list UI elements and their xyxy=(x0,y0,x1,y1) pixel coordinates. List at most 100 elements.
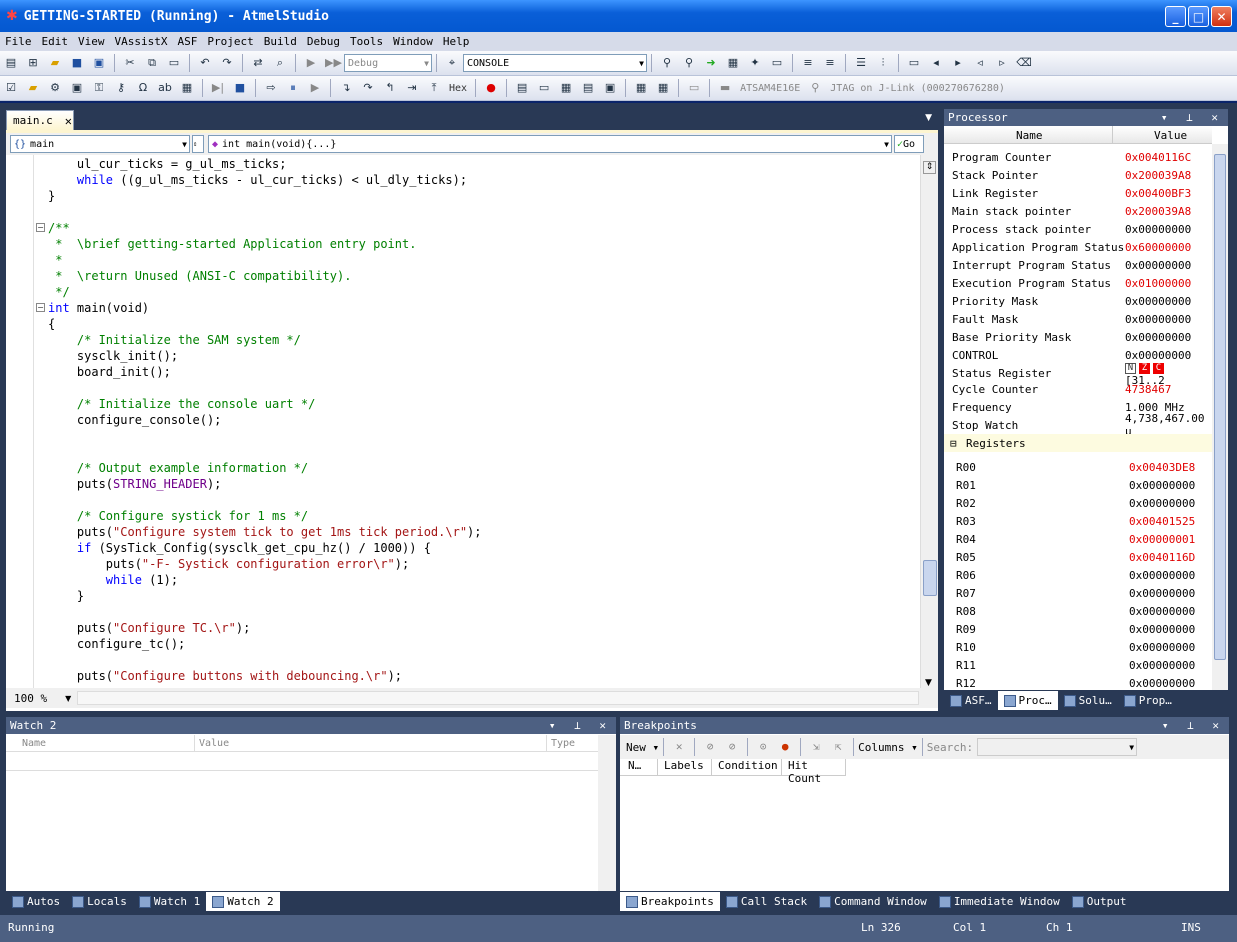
code-line[interactable]: configure_tc(); xyxy=(48,636,185,652)
processor-row[interactable]: Stop Watch 4,738,467.00 µ xyxy=(944,412,1212,438)
watch-panel-buttons[interactable]: ▾ ⊥ ✕ xyxy=(549,719,612,732)
find-all-icon[interactable]: ⚲ xyxy=(681,55,697,71)
save-icon[interactable]: ■ xyxy=(69,55,85,71)
hex-toggle[interactable]: Hex xyxy=(449,83,467,94)
find-combo[interactable]: CONSOLE ▼ xyxy=(463,54,647,72)
processor-row[interactable]: Main stack pointer 0x200039A8 xyxy=(944,202,1212,220)
watch-tab-watch-2[interactable]: Watch 2 xyxy=(206,892,280,911)
device-icon[interactable]: ▬ xyxy=(717,80,733,96)
flag-c[interactable]: C xyxy=(1153,362,1164,374)
code-line[interactable]: puts("-F- Systick configuration error\r"… xyxy=(48,556,409,572)
step-out-icon[interactable]: ↰ xyxy=(382,80,398,96)
watch-tab-locals[interactable]: Locals xyxy=(66,892,133,911)
bookmark-icon[interactable]: ▭ xyxy=(906,55,922,71)
processor-row[interactable]: R02 0x00000000 xyxy=(944,494,1212,512)
bottom-tab-command-window[interactable]: Command Window xyxy=(813,892,933,911)
device-programming-icon[interactable]: ▦ xyxy=(725,55,741,71)
disassembly-icon[interactable]: ▭ xyxy=(536,80,552,96)
split-icon[interactable]: ⇕ xyxy=(923,161,936,174)
menu-asf[interactable]: ASF xyxy=(172,35,202,48)
open-file-icon[interactable]: ▰ xyxy=(47,55,63,71)
processor-row[interactable]: Interrupt Program Status 0x00000000 xyxy=(944,256,1212,274)
bottom-tab-immediate-window[interactable]: Immediate Window xyxy=(933,892,1066,911)
bottom-tab-output[interactable]: Output xyxy=(1066,892,1133,911)
processor-row[interactable]: R10 0x00000000 xyxy=(944,638,1212,656)
show-next-statement-icon[interactable]: ⇨ xyxy=(263,80,279,96)
code-line[interactable]: /* Initialize the SAM system */ xyxy=(48,332,301,348)
code-line[interactable]: puts("Configure buttons with debouncing.… xyxy=(48,668,402,684)
right-tab-proc[interactable]: Proc… xyxy=(997,691,1058,710)
menu-file[interactable]: File xyxy=(0,35,37,48)
comment-icon[interactable]: ☰ xyxy=(853,55,869,71)
right-tab-solu[interactable]: Solu… xyxy=(1058,691,1118,710)
delete-all-icon[interactable]: ⊘ xyxy=(702,739,718,755)
scope-combo[interactable]: {} main ▼ xyxy=(10,135,190,153)
checklist-icon[interactable]: ☑ xyxy=(3,80,19,96)
add-item-icon[interactable]: ⊞ xyxy=(25,55,41,71)
registers-group-header[interactable]: ⊟ Registers xyxy=(944,434,1212,452)
next-bookmark-icon[interactable]: ▸ xyxy=(950,55,966,71)
grid-icon[interactable]: ▦ xyxy=(179,80,195,96)
processor-row[interactable]: Process stack pointer 0x00000000 xyxy=(944,220,1212,238)
search-input[interactable]: ▼ xyxy=(977,738,1138,756)
code-line[interactable]: * xyxy=(48,252,62,268)
watch-empty-row[interactable] xyxy=(6,752,598,771)
chip-icon[interactable]: ▣ xyxy=(69,80,85,96)
code-line[interactable]: int main(void) xyxy=(48,300,149,316)
outdent-icon[interactable]: ≡ xyxy=(822,55,838,71)
code-line[interactable]: } xyxy=(48,588,84,604)
watch-tab-watch-1[interactable]: Watch 1 xyxy=(133,892,206,911)
export-breakpoints-icon[interactable]: ⇲ xyxy=(808,739,824,755)
processor-icon[interactable]: ▣ xyxy=(602,80,618,96)
processor-row[interactable]: Link Register 0x00400BF3 xyxy=(944,184,1212,202)
code-line[interactable]: */ xyxy=(48,284,69,300)
tool-icon[interactable]: ⚲ xyxy=(807,80,823,96)
io-view-icon[interactable]: ▦ xyxy=(633,80,649,96)
right-tab-asf[interactable]: ASF… xyxy=(944,691,998,710)
clear-bookmarks-icon[interactable]: ⌫ xyxy=(1016,55,1032,71)
bottom-tab-call-stack[interactable]: Call Stack xyxy=(720,892,813,911)
memory-icon[interactable]: ▦ xyxy=(558,80,574,96)
processor-scrollbar[interactable] xyxy=(1212,144,1228,690)
code-line[interactable]: * \brief getting-started Application ent… xyxy=(48,236,416,252)
bottom-tab-breakpoints[interactable]: Breakpoints xyxy=(620,892,720,911)
registers-icon[interactable]: ▤ xyxy=(580,80,596,96)
menu-view[interactable]: View xyxy=(73,35,110,48)
code-line[interactable]: while (1); xyxy=(48,572,178,588)
fold-toggle-icon[interactable]: − xyxy=(36,223,45,232)
processor-row[interactable]: R11 0x00000000 xyxy=(944,656,1212,674)
code-line[interactable]: /* Configure systick for 1 ms */ xyxy=(48,508,308,524)
minimize-button[interactable]: _ xyxy=(1165,6,1186,27)
undo-icon[interactable]: ↶ xyxy=(197,55,213,71)
prev-bookmark-folder-icon[interactable]: ◃ xyxy=(972,55,988,71)
delete-icon[interactable]: ✕ xyxy=(671,739,687,755)
save-all-icon[interactable]: ▣ xyxy=(91,55,107,71)
function-combo[interactable]: ◆ int main(void){...} ▼ xyxy=(208,135,892,153)
editor-vertical-scrollbar[interactable]: ⇕ ▼ xyxy=(920,155,938,688)
go-to-source-icon[interactable]: ⊙ xyxy=(755,739,771,755)
code-line[interactable]: } xyxy=(48,188,55,204)
paste-icon[interactable]: ▭ xyxy=(166,55,182,71)
processor-row[interactable]: R01 0x00000000 xyxy=(944,476,1212,494)
code-line[interactable]: puts("Configure system tick to get 1ms t… xyxy=(48,524,482,540)
bp-panel-buttons[interactable]: ▾ ⊥ ✕ xyxy=(1162,719,1225,732)
processor-row[interactable]: Priority Mask 0x00000000 xyxy=(944,292,1212,310)
processor-row[interactable]: Program Counter 0x0040116C xyxy=(944,148,1212,166)
processor-row[interactable]: Application Program Status 0x60000000 xyxy=(944,238,1212,256)
close-tab-icon[interactable]: ✕ xyxy=(65,114,72,128)
find-in-files-icon[interactable]: ⌖ xyxy=(444,55,460,71)
uncomment-icon[interactable]: ⫶ xyxy=(875,55,891,71)
spellcheck-icon[interactable]: ab xyxy=(157,80,173,96)
scroll-down-icon[interactable]: ▼ xyxy=(925,678,932,688)
menu-build[interactable]: Build xyxy=(259,35,302,48)
menu-window[interactable]: Window xyxy=(388,35,438,48)
menu-tools[interactable]: Tools xyxy=(345,35,388,48)
code-line[interactable]: while ((g_ul_ms_ticks - ul_cur_ticks) < … xyxy=(48,172,467,188)
configuration-select[interactable]: Debug ▼ xyxy=(344,54,432,72)
close-button[interactable]: ✕ xyxy=(1211,6,1232,27)
zoom-dropdown-icon[interactable]: ▼ xyxy=(65,694,71,703)
export-icon[interactable]: ➜ xyxy=(703,55,719,71)
build-icon[interactable]: ⚙ xyxy=(47,80,63,96)
break-all-icon[interactable]: ⏸ xyxy=(285,80,301,96)
start-without-debugging-icon[interactable]: ▶▶ xyxy=(325,55,342,71)
